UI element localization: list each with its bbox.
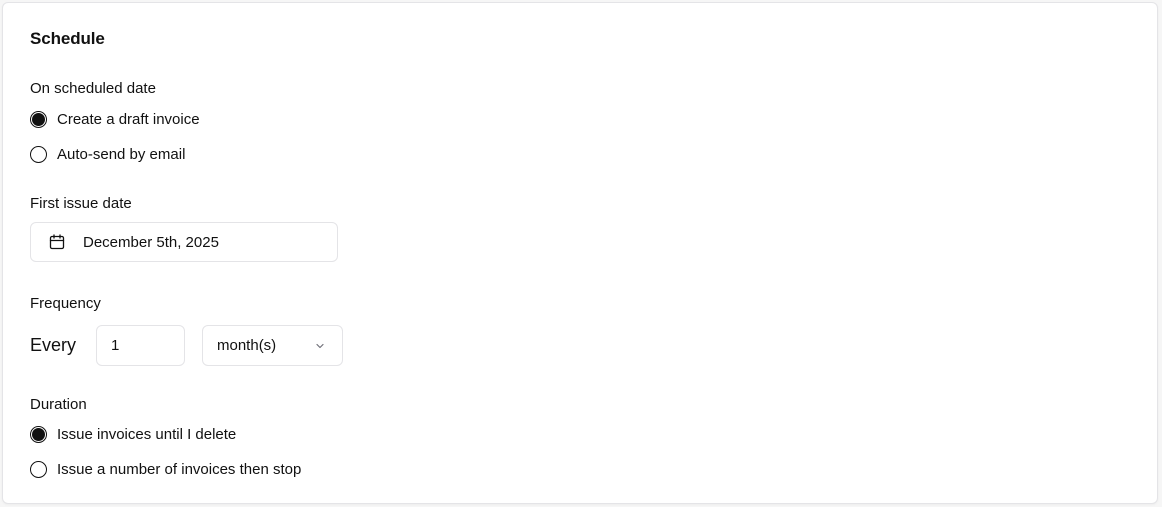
radio-label: Auto-send by email	[57, 145, 186, 163]
frequency-interval-input[interactable]	[96, 325, 185, 366]
radio-button[interactable]	[30, 110, 47, 128]
radio-issue-until-delete[interactable]: Issue invoices until I delete	[30, 424, 236, 444]
radio-button[interactable]	[30, 145, 47, 163]
on-scheduled-date-label: On scheduled date	[30, 80, 156, 97]
duration-label: Duration	[30, 396, 87, 413]
radio-label: Issue a number of invoices then stop	[57, 460, 302, 478]
calendar-icon	[49, 234, 65, 250]
frequency-unit-select[interactable]: month(s)	[202, 325, 343, 366]
chevron-down-icon	[314, 340, 326, 352]
frequency-unit-value: month(s)	[217, 337, 277, 354]
section-title: Schedule	[30, 29, 105, 48]
radio-button[interactable]	[30, 425, 47, 443]
every-label: Every	[30, 335, 77, 355]
first-issue-date-picker[interactable]: December 5th, 2025	[30, 222, 338, 262]
schedule-card: Schedule On scheduled date Create a draf…	[2, 2, 1158, 504]
radio-label: Issue invoices until I delete	[57, 425, 237, 443]
radio-create-draft-invoice[interactable]: Create a draft invoice	[30, 109, 200, 129]
radio-label: Create a draft invoice	[57, 110, 200, 128]
first-issue-date-label: First issue date	[30, 195, 132, 212]
frequency-label: Frequency	[30, 295, 101, 312]
first-issue-date-value: December 5th, 2025	[83, 233, 219, 251]
radio-issue-number-then-stop[interactable]: Issue a number of invoices then stop	[30, 459, 301, 479]
radio-button[interactable]	[30, 460, 47, 478]
radio-auto-send-by-email[interactable]: Auto-send by email	[30, 144, 185, 164]
